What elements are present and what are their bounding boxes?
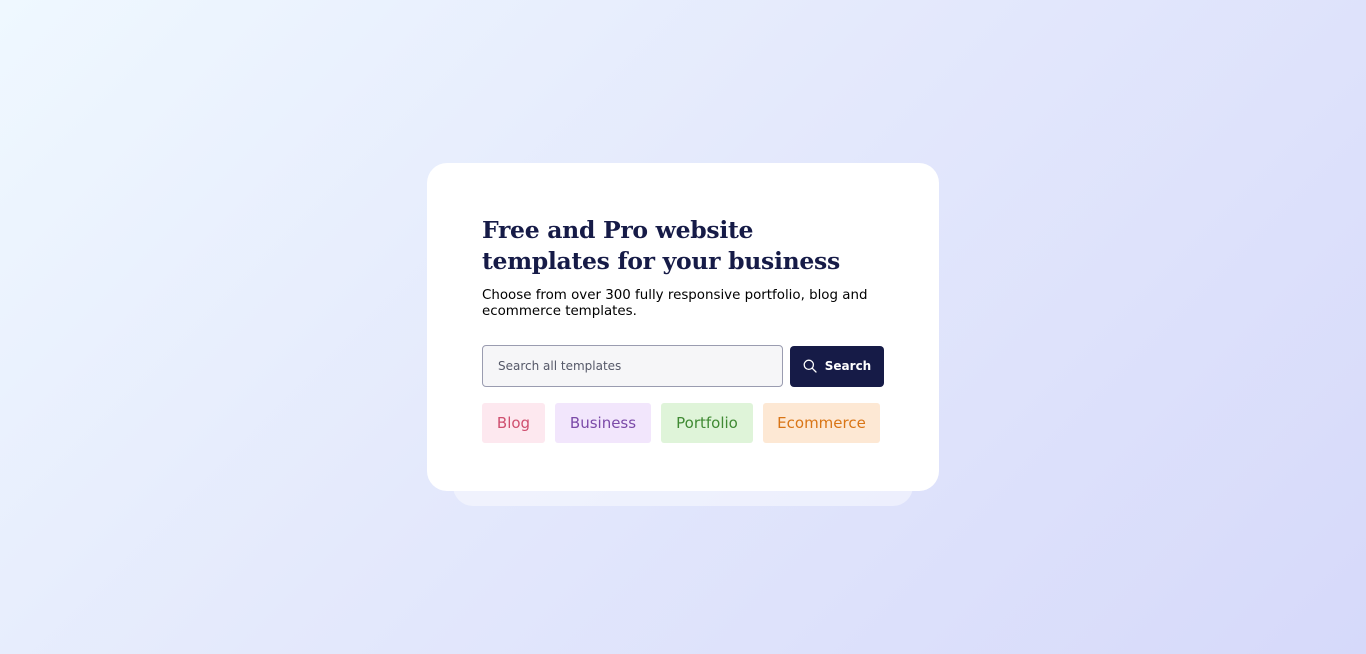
search-input[interactable] — [482, 345, 783, 387]
page-subtitle: Choose from over 300 fully responsive po… — [482, 288, 868, 319]
category-tags: Blog Business Portfolio Ecommerce — [482, 403, 884, 443]
hero-card: Free and Pro website templates for your … — [427, 163, 939, 491]
search-icon — [803, 359, 817, 373]
tag-blog[interactable]: Blog — [482, 403, 545, 443]
search-button-label: Search — [824, 359, 872, 373]
tag-ecommerce[interactable]: Ecommerce — [763, 403, 880, 443]
page-title: Free and Pro website templates for your … — [482, 216, 840, 275]
search-bar: Search — [482, 345, 884, 387]
search-button[interactable]: Search — [790, 345, 884, 387]
tag-business[interactable]: Business — [555, 403, 651, 443]
tag-portfolio[interactable]: Portfolio — [661, 403, 753, 443]
